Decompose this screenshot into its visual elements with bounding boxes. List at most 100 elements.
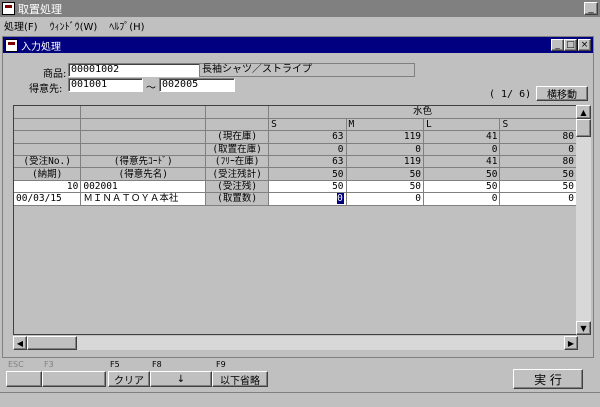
row-header-a [14, 130, 82, 144]
order-remaining-cell[interactable]: 50 [346, 180, 425, 194]
size-header: L [423, 118, 501, 132]
row-label: (受注残) [205, 180, 270, 194]
summary-value-cell: 41 [423, 155, 501, 169]
size-header: S [268, 118, 347, 132]
summary-value-cell: 80 [499, 155, 577, 169]
scroll-right-arrow-icon[interactable]: ▶ [564, 336, 578, 350]
window-minimize-button[interactable]: _ [584, 2, 598, 15]
document-icon [5, 38, 18, 52]
cell-value: 50 [409, 181, 422, 193]
hscroll-thumb[interactable] [27, 336, 77, 350]
row-header-b [80, 130, 207, 144]
grid-vertical-scrollbar[interactable]: ▲ ▼ [576, 105, 591, 335]
reserve-qty-cell[interactable]: 0 [423, 192, 501, 206]
summary-value-cell: 50 [346, 167, 425, 181]
input-window: 入力処理 _ □ × 商品: 00001002 長袖シャツ／ストライプ 得意先:… [2, 36, 594, 358]
summary-value-cell: 50 [423, 167, 501, 181]
input-window-title: 入力処理 [21, 41, 61, 53]
cell-value: 50 [562, 181, 574, 193]
row-header-b: (得意先ｺｰﾄﾞ) [80, 155, 207, 169]
fkey-f3-label: F3 [44, 360, 54, 369]
order-remaining-cell[interactable]: 50 [268, 180, 347, 194]
window-titlebar: 取置処理 [0, 0, 600, 17]
execute-button[interactable]: 実 行 [513, 369, 583, 389]
fkey-f8-label: F8 [152, 360, 162, 369]
grid-summary-row: (納期) (得意先名) (受注残計) 50 50 50 50 [14, 167, 577, 181]
row-header-b: (得意先名) [80, 167, 207, 181]
table-row[interactable]: 10 002001 (受注残) 50 50 50 50 [14, 180, 577, 194]
input-window-titlebar: 入力処理 [3, 37, 593, 53]
table-row[interactable]: 00/03/15 ＭＩＮＡＴＯＹＡ本社 (取置数) 0 0 0 0 [14, 192, 577, 206]
cell-value: 0 [568, 193, 574, 205]
grid-corner-cell [80, 106, 207, 119]
customer-name-cell[interactable]: ＭＩＮＡＴＯＹＡ本社 [80, 192, 207, 206]
inner-close-button[interactable]: × [578, 39, 591, 51]
scroll-up-arrow-icon[interactable]: ▲ [576, 105, 591, 119]
scroll-left-arrow-icon[interactable]: ◀ [13, 336, 27, 350]
order-number-cell[interactable]: 10 [14, 180, 82, 194]
fkey-f9-label: F9 [216, 360, 226, 369]
fkey-f5-label: F5 [110, 360, 120, 369]
menu-help[interactable]: ﾍﾙﾌﾟ(H) [109, 18, 144, 33]
size-header: M [346, 118, 425, 132]
summary-value-cell: 50 [499, 167, 577, 181]
grid-size-row: SMLS [14, 118, 577, 132]
grid-summary-row: (現在庫) 63 119 41 80 [14, 130, 577, 144]
omit-below-button[interactable]: 以下省略 [212, 371, 268, 387]
order-remaining-cell[interactable]: 50 [499, 180, 577, 194]
row-header-a: (受注No.) [14, 155, 82, 169]
menu-process[interactable]: 処理(F) [4, 18, 38, 33]
customer-code-cell[interactable]: 002001 [80, 180, 207, 194]
row-header-a: (納期) [14, 167, 82, 181]
app-icon [2, 2, 15, 15]
row-label: (取置在庫) [205, 143, 270, 157]
cell-value: 0 [491, 193, 498, 205]
status-bar [0, 392, 600, 407]
grid-corner-cell [205, 118, 270, 132]
customer-from-input[interactable]: 001001 [68, 78, 143, 92]
menu-window[interactable]: ｳｨﾝﾄﾞｳ(W) [50, 18, 98, 33]
scroll-thumb[interactable] [576, 119, 591, 137]
scroll-down-arrow-icon[interactable]: ▼ [576, 321, 591, 335]
grid-corner-cell [80, 118, 207, 132]
grid-horizontal-scrollbar[interactable]: ◀ ▶ [13, 336, 578, 350]
inner-minimize-button[interactable]: _ [551, 39, 564, 51]
product-code-input[interactable]: 00001002 [68, 63, 200, 77]
delivery-date-cell[interactable]: 00/03/15 [14, 192, 82, 206]
summary-value-cell: 41 [423, 130, 501, 144]
range-separator: 〜 [146, 83, 156, 94]
f3-button[interactable] [42, 371, 106, 387]
cell-value: 0 [415, 193, 422, 205]
grid-table: 水色 S M L S (現在庫) 63 119 41 80 (取置在庫) 0 0 0 0 (受注No.) (得意… [14, 106, 577, 206]
fkey-esc-label: ESC [8, 360, 24, 369]
order-remaining-cell[interactable]: 50 [423, 180, 501, 194]
row-header-a [14, 143, 82, 157]
summary-value-cell: 50 [268, 167, 347, 181]
reserve-qty-cell[interactable]: 0 [346, 192, 425, 206]
inner-maximize-button[interactable]: □ [564, 39, 577, 51]
summary-value-cell: 80 [499, 130, 577, 144]
reserve-qty-cell[interactable]: 0 [499, 192, 577, 206]
cell-value: 50 [486, 181, 498, 193]
cell-value: 0 [335, 192, 345, 205]
horizontal-move-button[interactable]: 横移動 [536, 86, 588, 101]
clear-button[interactable]: クリア [108, 371, 150, 387]
summary-value-cell: 63 [268, 155, 347, 169]
customer-to-input[interactable]: 002005 [159, 78, 235, 92]
cell-value: 50 [332, 181, 344, 193]
allocation-grid: 水色 S M L S (現在庫) 63 119 41 80 (取置在庫) 0 0 0 0 (受注No.) (得意… [13, 105, 578, 335]
reserve-qty-cell[interactable]: 0 [268, 192, 347, 206]
page-indicator: ( 1/ 6) [489, 89, 532, 100]
product-name-display: 長袖シャツ／ストライプ [199, 63, 415, 77]
summary-value-cell: 119 [346, 155, 425, 169]
esc-button[interactable] [6, 371, 42, 387]
summary-value-cell: 0 [499, 143, 577, 157]
grid-corner-cell [14, 106, 82, 119]
summary-value-cell: 119 [346, 130, 425, 144]
down-button[interactable]: ↓ [150, 371, 212, 387]
summary-value-cell: 63 [268, 130, 347, 144]
window-title: 取置処理 [18, 2, 62, 16]
summary-value-cell: 0 [423, 143, 501, 157]
grid-summary-row: (受注No.) (得意先ｺｰﾄﾞ) (ﾌﾘｰ在庫) 63 119 41 80 [14, 155, 577, 169]
color-header: 水色 [268, 106, 577, 119]
